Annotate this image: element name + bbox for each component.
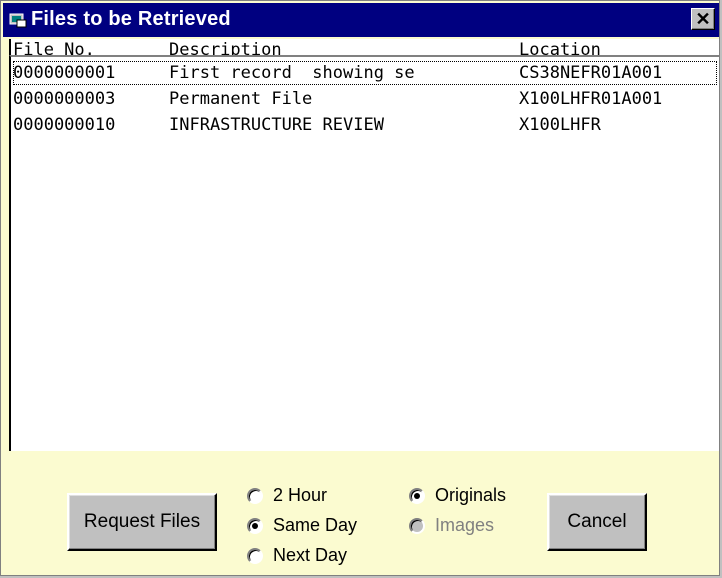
location-cell: CS38NEFR01A001 [519,63,663,83]
options-panel: Request Files 2 Hour Same Day Next Day O… [9,451,719,575]
request-files-button[interactable]: Request Files [67,493,217,551]
files-list[interactable]: 0000000001 First record showing se CS38N… [9,55,719,451]
close-button[interactable]: ✕ [691,8,715,30]
close-icon: ✕ [695,9,711,29]
radio-label: Images [435,515,495,535]
radio-label: Next Day [273,545,348,565]
file-no-cell: 0000000010 [13,115,116,135]
location-cell: X100LHFR [519,115,601,135]
title-bar[interactable]: Files to be Retrieved ✕ [3,3,719,37]
radio-label: Originals [435,485,507,505]
description-cell: Permanent File [169,89,313,109]
radio-label: Same Day [273,515,358,535]
list-item[interactable]: 0000000003 Permanent File X100LHFR01A001 [13,87,717,111]
radio-selected-icon [247,517,263,534]
radio-images: Images [409,515,494,536]
window-title: Files to be Retrieved [31,8,231,30]
radio-next-day[interactable]: Next Day [247,545,347,566]
location-cell: X100LHFR01A001 [519,89,663,109]
radio-originals[interactable]: Originals [409,485,506,506]
cancel-button[interactable]: Cancel [547,493,647,551]
file-no-cell: 0000000003 [13,89,116,109]
radio-selected-icon [409,487,425,504]
radio-same-day[interactable]: Same Day [247,515,357,536]
radio-icon [247,547,263,564]
file-no-cell: 0000000001 [13,63,116,83]
description-cell: First record showing se [169,63,415,83]
radio-icon [247,487,263,504]
radio-2-hour[interactable]: 2 Hour [247,485,327,506]
radio-label: 2 Hour [273,485,328,505]
list-item[interactable]: 0000000010 INFRASTRUCTURE REVIEW X100LHF… [13,113,717,137]
radio-icon [409,517,425,534]
files-to-be-retrieved-window: Files to be Retrieved ✕ File No. Descrip… [0,0,720,576]
list-item[interactable]: 0000000001 First record showing se CS38N… [13,61,717,85]
description-cell: INFRASTRUCTURE REVIEW [169,115,384,135]
window-icon [9,13,27,28]
